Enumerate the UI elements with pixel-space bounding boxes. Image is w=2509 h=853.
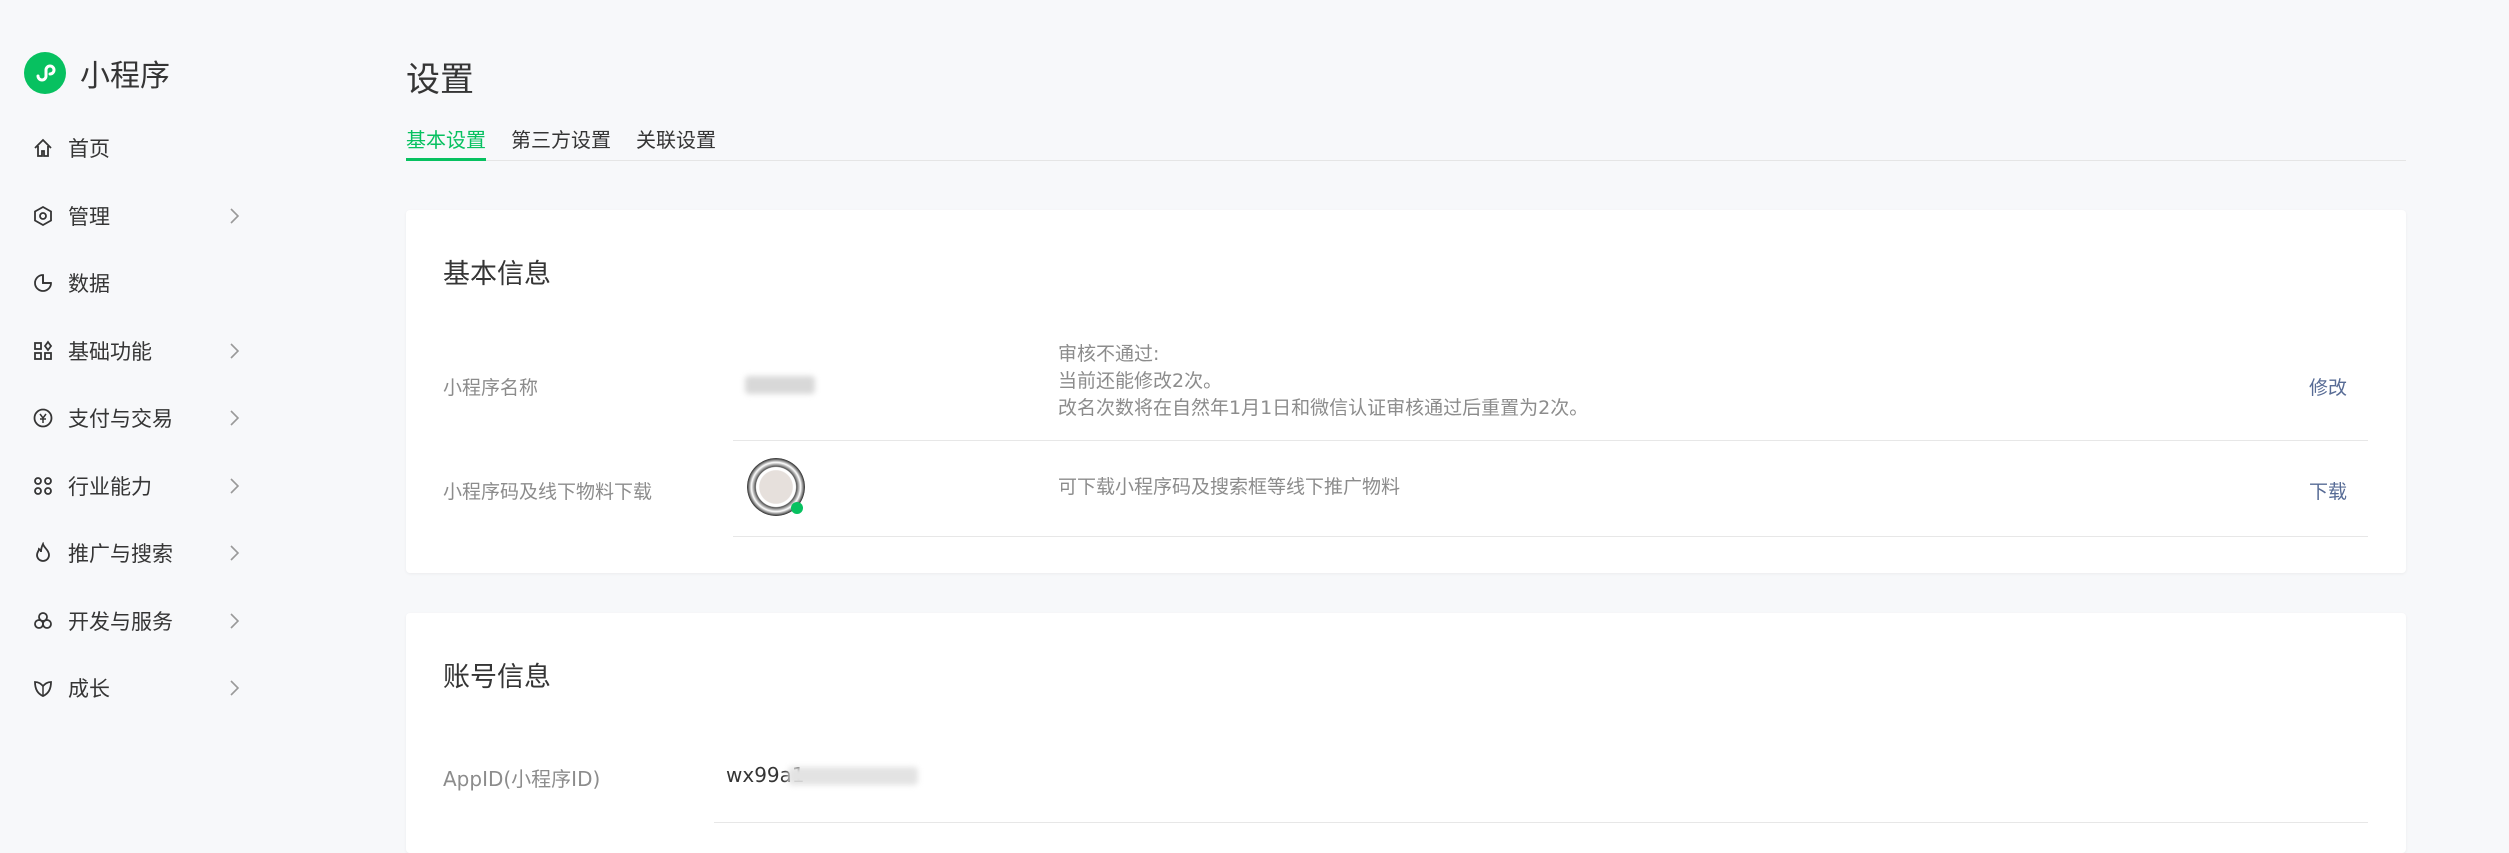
modify-button[interactable]: 修改 — [2309, 373, 2347, 400]
mini-program-qrcode[interactable] — [747, 458, 805, 516]
appid-redacted — [788, 767, 918, 785]
mini-program-name-label: 小程序名称 — [443, 377, 539, 399]
basic-info-card: 基本信息 小程序名称 审核不通过: 当前还能修改2次。 改名次数将在自然年1月1… — [406, 210, 2406, 573]
sidebar-item-label: 行业能力 — [68, 474, 152, 499]
sidebar-item-label: 开发与服务 — [68, 609, 173, 634]
card-title: 基本信息 — [443, 259, 551, 290]
desc-line: 审核不通过: — [1058, 343, 1160, 365]
desc-line: 当前还能修改2次。 — [1058, 370, 1223, 392]
logo[interactable]: 小程序 — [24, 51, 170, 95]
download-button[interactable]: 下载 — [2309, 477, 2347, 504]
flame-icon — [32, 542, 54, 564]
divider — [733, 536, 2368, 537]
grid-icon — [32, 340, 54, 362]
sidebar-item-label: 首页 — [68, 137, 110, 161]
qrcode-label: 小程序码及线下物料下载 — [443, 481, 653, 503]
sidebar-item-5[interactable]: 行业能力 — [32, 466, 242, 506]
cluster-icon — [32, 610, 54, 632]
pie-chart-icon — [32, 272, 54, 294]
sidebar-item-6[interactable]: 推广与搜索 — [32, 533, 242, 573]
sidebar-item-4[interactable]: 支付与交易 — [32, 398, 242, 438]
divider — [733, 440, 2368, 441]
chevron-right-icon — [230, 207, 240, 224]
nodes-icon — [32, 475, 54, 497]
sidebar-item-label: 数据 — [68, 272, 110, 296]
page-title: 设置 — [406, 60, 474, 100]
chevron-right-icon — [230, 342, 240, 359]
sidebar-item-2[interactable]: 数据 — [32, 263, 242, 303]
sidebar-item-3[interactable]: 基础功能 — [32, 331, 242, 371]
sidebar-item-label: 基础功能 — [68, 339, 152, 364]
sidebar-item-label: 支付与交易 — [68, 407, 173, 431]
yen-icon — [32, 407, 54, 429]
sidebar-item-8[interactable]: 成长 — [32, 668, 242, 708]
mini-program-logo-icon — [24, 52, 66, 94]
tab-third-party-settings[interactable]: 第三方设置 — [511, 124, 611, 161]
chevron-right-icon — [230, 477, 240, 494]
tab-linked-settings[interactable]: 关联设置 — [636, 124, 716, 161]
qrcode-badge-icon — [791, 502, 803, 514]
sidebar-item-label: 推广与搜索 — [68, 542, 173, 566]
tab-basic-settings[interactable]: 基本设置 — [406, 124, 486, 161]
chevron-right-icon — [230, 410, 240, 426]
account-info-card: 账号信息 AppID(小程序ID) wx99a1 — [406, 613, 2406, 853]
name-value-redacted — [745, 376, 815, 394]
chevron-right-icon — [230, 612, 240, 629]
name-review-desc: 审核不通过: 当前还能修改2次。 改名次数将在自然年1月1日和微信认证审核通过后… — [1058, 341, 1588, 422]
home-icon — [32, 137, 54, 159]
leaf-icon — [32, 677, 54, 699]
card-title: 账号信息 — [443, 662, 551, 693]
tab-bar: 基本设置 第三方设置 关联设置 — [406, 124, 2406, 161]
divider — [714, 822, 2368, 823]
appid-label: AppID(小程序ID) — [443, 767, 601, 791]
chevron-right-icon — [230, 680, 240, 696]
chevron-right-icon — [230, 545, 240, 561]
sidebar-item-7[interactable]: 开发与服务 — [32, 601, 242, 641]
sidebar-item-label: 成长 — [68, 677, 110, 701]
sidebar-item-label: 管理 — [68, 204, 110, 229]
hexagon-settings-icon — [32, 205, 54, 227]
sidebar-item-0[interactable]: 首页 — [32, 128, 242, 168]
desc-line: 改名次数将在自然年1月1日和微信认证审核通过后重置为2次。 — [1058, 397, 1589, 419]
sidebar-item-1[interactable]: 管理 — [32, 196, 242, 236]
sidebar: 小程序 首页管理数据基础功能支付与交易行业能力推广与搜索开发与服务成长 — [0, 0, 400, 832]
qrcode-desc: 可下载小程序码及搜索框等线下推广物料 — [1058, 476, 1401, 498]
app-name: 小程序 — [80, 59, 170, 94]
